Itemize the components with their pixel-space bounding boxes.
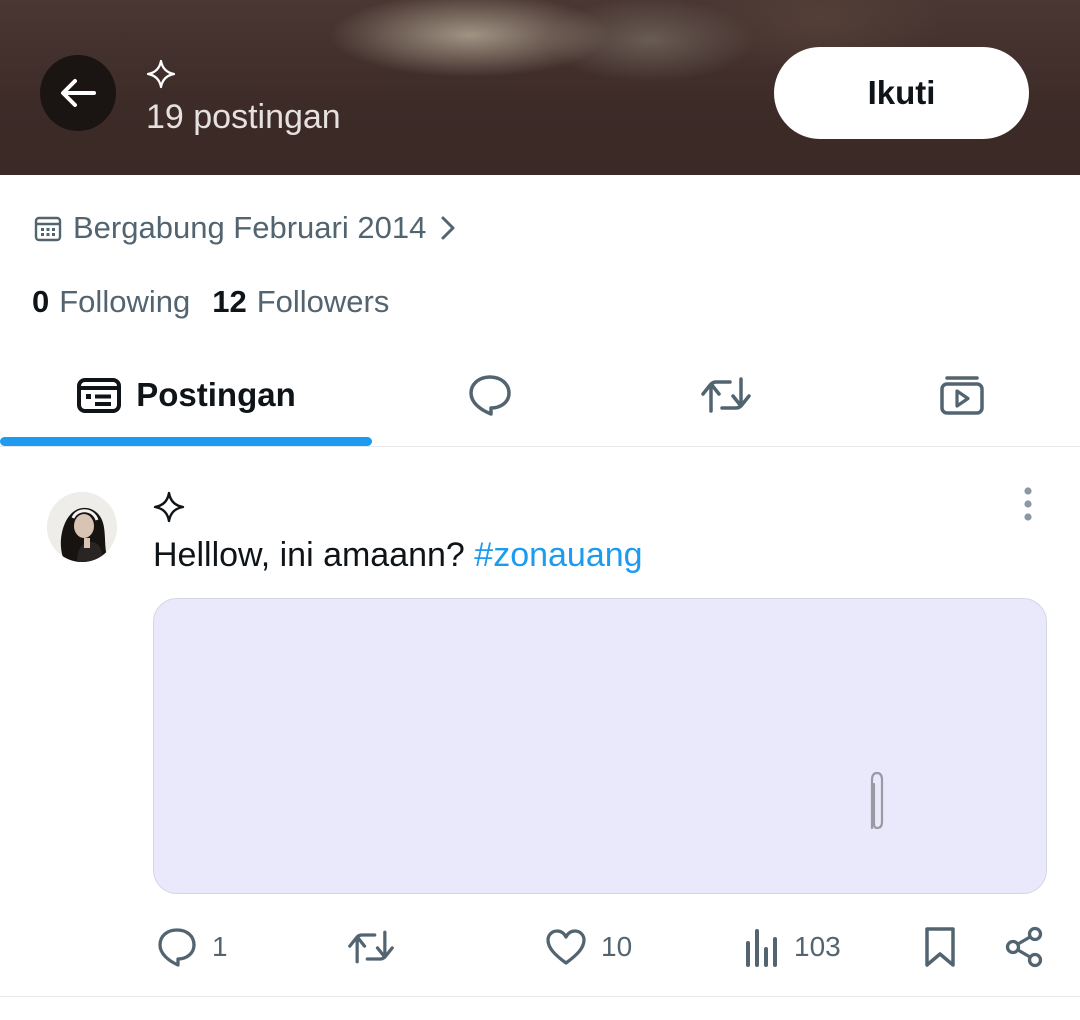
share-button[interactable] xyxy=(1004,922,1046,972)
tab-reposts[interactable] xyxy=(608,345,844,445)
tab-posts[interactable]: Postingan xyxy=(0,345,372,445)
joined-date[interactable]: Bergabung Februari 2014 xyxy=(33,210,456,246)
follow-stats: 0 Following 12 Followers xyxy=(32,284,411,320)
avatar-image xyxy=(47,492,117,562)
following-link[interactable]: 0 Following xyxy=(32,284,190,320)
followers-link[interactable]: 12 Followers xyxy=(212,284,389,320)
heart-icon xyxy=(546,929,586,965)
sparkle-icon xyxy=(153,491,185,523)
like-count: 10 xyxy=(601,931,633,962)
post-text: Helllow, ini amaann? #zonauang xyxy=(153,536,643,575)
divider xyxy=(0,996,1080,997)
share-icon xyxy=(1005,926,1043,968)
profile-tabs: Postingan xyxy=(0,345,1080,447)
post-count: 19 postingan xyxy=(146,98,341,136)
followers-count: 12 xyxy=(212,284,247,319)
tab-posts-label: Postingan xyxy=(136,376,296,413)
arrow-left-icon xyxy=(61,79,96,107)
following-count: 0 xyxy=(32,284,50,319)
tab-media[interactable] xyxy=(844,345,1080,445)
bookmark-button[interactable] xyxy=(922,922,958,972)
calendar-icon xyxy=(34,216,62,242)
post-media[interactable] xyxy=(153,598,1047,894)
sparkle-icon xyxy=(146,59,176,89)
more-options-icon[interactable] xyxy=(1012,486,1044,522)
follow-button[interactable]: Ikuti xyxy=(774,47,1029,139)
avatar[interactable] xyxy=(47,492,117,562)
repost-icon xyxy=(348,930,394,964)
repost-icon xyxy=(701,377,751,413)
repost-button[interactable] xyxy=(347,922,395,972)
reply-button[interactable]: 1 xyxy=(156,922,228,972)
reply-bubble-icon xyxy=(469,375,511,416)
joined-date-label: Bergabung Februari 2014 xyxy=(73,210,427,245)
posts-icon xyxy=(77,378,122,413)
following-label: Following xyxy=(59,284,191,319)
profile-header-banner: 19 postingan Ikuti xyxy=(0,0,1080,175)
views-chart-icon xyxy=(746,929,777,967)
media-play-icon xyxy=(940,376,984,415)
followers-label: Followers xyxy=(256,284,390,319)
active-tab-indicator xyxy=(0,437,372,446)
paperclip-icon xyxy=(870,771,884,830)
hashtag-link[interactable]: #zonauang xyxy=(474,536,642,574)
tab-replies[interactable] xyxy=(372,345,608,445)
back-button[interactable] xyxy=(40,55,116,131)
views-button[interactable]: 103 xyxy=(744,922,841,972)
views-count: 103 xyxy=(794,931,841,962)
like-button[interactable]: 10 xyxy=(545,922,632,972)
reply-icon xyxy=(158,928,196,967)
reply-count: 1 xyxy=(212,931,228,962)
chevron-right-icon xyxy=(441,216,455,240)
post-body: Helllow, ini amaann? xyxy=(153,536,465,574)
bookmark-icon xyxy=(925,927,955,967)
